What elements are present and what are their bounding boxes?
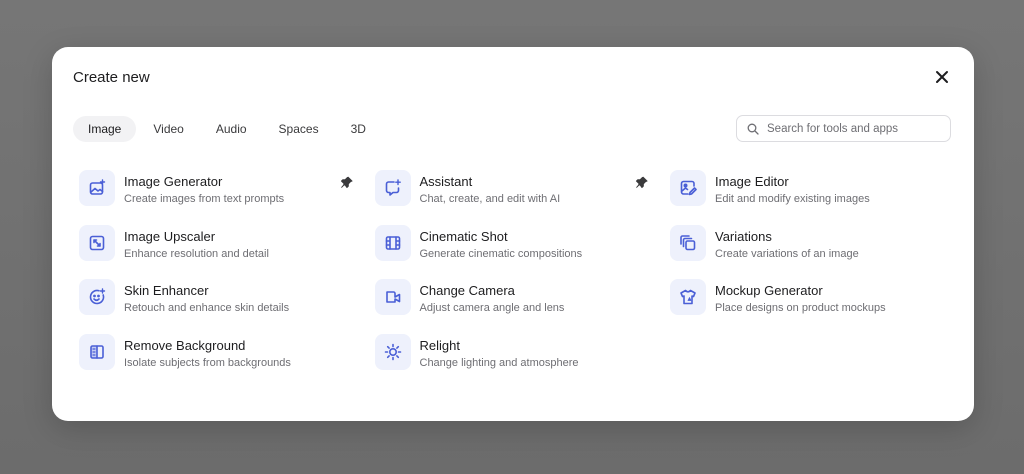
tab-3d[interactable]: 3D (336, 116, 381, 142)
tool-name: Skin Enhancer (124, 283, 209, 299)
tool-variations[interactable]: Variations Create variations of an image (670, 224, 954, 280)
pin-icon[interactable] (338, 174, 354, 190)
tool-name: Remove Background (124, 338, 246, 354)
film-icon (374, 224, 411, 261)
tool-description: Chat, create, and edit with AI (419, 193, 561, 205)
create-new-dialog: Create new Image Video Audio Spaces 3D I… (52, 47, 974, 421)
tool-name: Mockup Generator (715, 283, 823, 299)
tool-description: Retouch and enhance skin details (124, 302, 290, 315)
close-button[interactable] (932, 67, 952, 87)
tool-description: Enhance resolution and detail (124, 247, 269, 260)
tool-mockup-generator[interactable]: Mockup Generator Place designs on produc… (670, 279, 954, 334)
tab-audio[interactable]: Audio (201, 116, 262, 142)
tool-assistant[interactable]: Assistant Chat, create, and edit with AI (374, 170, 671, 225)
search-input[interactable] (767, 122, 937, 135)
tool-image-upscaler[interactable]: Image Upscaler Enhance resolution and de… (79, 224, 375, 280)
upscale-icon (79, 224, 115, 261)
pin-icon[interactable] (634, 174, 650, 190)
tool-name: Change Camera (419, 283, 515, 299)
tool-name: Image Upscaler (124, 228, 216, 244)
tool-description: Edit and modify existing images (715, 193, 870, 205)
tools-grid: Image Generator Create images from text … (79, 170, 954, 389)
chat-sparkle-icon (374, 170, 411, 206)
remove-bg-icon (79, 334, 115, 371)
tool-name: Cinematic Shot (419, 228, 508, 244)
tool-image-editor[interactable]: Image Editor Edit and modify existing im… (670, 170, 954, 225)
tool-description: Adjust camera angle and lens (419, 302, 565, 315)
tool-description: Change lighting and atmosphere (419, 357, 579, 370)
search-box[interactable] (736, 115, 951, 142)
face-sparkle-icon (79, 279, 115, 316)
tool-name: Image Editor (715, 174, 789, 189)
tab-image[interactable]: Image (73, 116, 137, 142)
tool-description: Place designs on product mockups (715, 302, 886, 315)
copies-icon (670, 224, 706, 261)
tab-spaces[interactable]: Spaces (264, 116, 334, 142)
tool-change-camera[interactable]: Change Camera Adjust camera angle and le… (374, 279, 671, 334)
video-camera-icon (374, 279, 411, 316)
tool-description: Isolate subjects from backgrounds (124, 357, 291, 370)
tool-name: Relight (419, 338, 460, 354)
tool-description: Create variations of an image (715, 247, 859, 260)
search-icon (747, 123, 759, 135)
category-tabs: Image Video Audio Spaces 3D (73, 116, 381, 142)
tool-skin-enhancer[interactable]: Skin Enhancer Retouch and enhance skin d… (79, 279, 375, 334)
tool-name: Assistant (419, 174, 473, 189)
shirt-icon (670, 279, 706, 316)
tool-relight[interactable]: Relight Change lighting and atmosphere (374, 334, 671, 389)
tool-image-generator[interactable]: Image Generator Create images from text … (79, 170, 375, 225)
close-icon (935, 70, 949, 84)
tool-cinematic-shot[interactable]: Cinematic Shot Generate cinematic compos… (374, 224, 671, 280)
tool-name: Image Generator (124, 174, 223, 189)
image-sparkle-icon (79, 170, 115, 206)
tool-remove-background[interactable]: Remove Background Isolate subjects from … (79, 334, 375, 389)
tab-video[interactable]: Video (138, 116, 198, 142)
sun-icon (374, 334, 411, 371)
tool-description: Generate cinematic compositions (419, 247, 583, 260)
tool-name: Variations (715, 228, 772, 244)
image-edit-icon (670, 170, 706, 206)
tool-description: Create images from text prompts (124, 193, 285, 205)
dialog-title: Create new (73, 69, 150, 86)
